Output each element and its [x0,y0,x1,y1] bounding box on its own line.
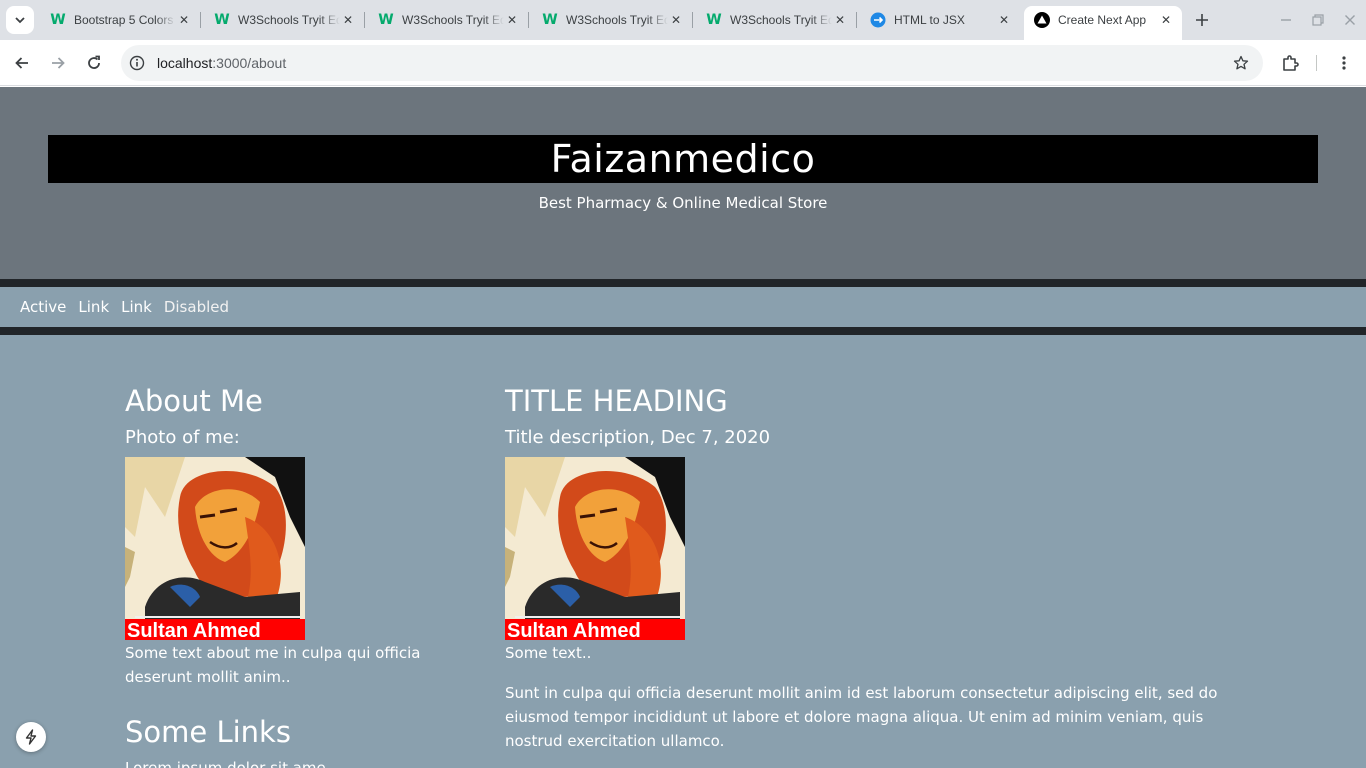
site-info-icon[interactable] [127,53,147,73]
tab-w3schools-tryit-4[interactable]: W W3Schools Tryit Editor ✕ [696,6,857,34]
browser-toolbar: localhost:3000/about [0,40,1366,86]
tab-separator [528,12,529,28]
close-icon[interactable]: ✕ [1158,12,1174,28]
w3schools-icon: W [214,12,230,28]
nextjs-icon [1034,12,1050,28]
tab-title: W3Schools Tryit Editor [402,13,504,27]
nav-link-1[interactable]: Link [78,298,109,316]
w3schools-icon: W [378,12,394,28]
reload-button[interactable] [80,49,108,77]
transform-icon [870,12,886,28]
tab-w3schools-tryit-1[interactable]: W W3Schools Tryit Editor ✕ [204,6,365,34]
close-window-button[interactable] [1338,8,1362,32]
bookmark-star-icon[interactable] [1231,53,1251,73]
nav-link-disabled: Disabled [163,298,230,316]
tab-w3schools-tryit-2[interactable]: W W3Schools Tryit Editor ✕ [368,6,529,34]
about-text: Some text about me in culpa qui officia … [125,644,421,686]
links-heading: Some Links [125,715,291,749]
w3schools-icon: W [50,12,66,28]
tab-html-to-jsx[interactable]: HTML to JSX ✕ [860,6,1020,34]
menu-button[interactable] [1330,49,1358,77]
tab-title: HTML to JSX [894,13,965,27]
tab-title: W3Schools Tryit Editor [238,13,340,27]
tab-create-next-app[interactable]: Create Next App ✕ [1024,6,1182,40]
post-column: TITLE HEADING Title description, Dec 7, … [505,383,1245,753]
photo-label: Photo of me: [125,427,240,448]
tab-title: W3Schools Tryit Editor [566,13,668,27]
minimize-button[interactable] [1274,8,1298,32]
more-vert-icon [1342,56,1346,70]
chevron-down-icon [15,17,25,24]
toolbar-divider [1316,55,1317,71]
links-text: Lorem ipsum dolor sit ame [125,759,326,768]
post-description: Title description, Dec 7, 2020 [505,427,771,448]
close-icon [1345,15,1355,25]
extensions-button[interactable] [1276,49,1304,77]
close-icon[interactable]: ✕ [832,12,848,28]
post-photo: Sultan Ahmed [505,457,685,640]
minimize-icon [1281,19,1291,21]
new-tab-button[interactable] [1190,8,1214,32]
nextjs-dev-indicator[interactable] [16,722,46,752]
nav-link-active[interactable]: Active [20,298,66,316]
about-heading: About Me [125,384,263,418]
post-paragraph: Sunt in culpa qui officia deserunt molli… [505,684,1218,750]
tab-title: Bootstrap 5 Colors [74,13,174,27]
main-nav: Active Link Link Disabled [0,287,1366,327]
reload-icon [88,55,100,69]
restore-button[interactable] [1306,8,1330,32]
close-icon[interactable]: ✕ [504,12,520,28]
tab-bootstrap-colors[interactable]: W Bootstrap 5 Colors ✕ [40,6,201,34]
close-icon[interactable]: ✕ [176,12,192,28]
plus-icon [1196,14,1208,26]
url-path: :3000/about [212,55,287,71]
arrow-right-icon [52,57,65,69]
forward-button[interactable] [44,49,72,77]
post-title: TITLE HEADING [505,384,728,418]
url-text: localhost:3000/about [157,55,286,71]
close-icon[interactable]: ✕ [996,12,1012,28]
tab-separator [692,12,693,28]
url-host: localhost [157,55,213,71]
profile-photo: Sultan Ahmed [125,457,305,640]
tab-title: Create Next App [1058,13,1147,27]
photo-caption: Sultan Ahmed [127,620,261,640]
hero-header: Faizanmedico Best Pharmacy & Online Medi… [0,87,1366,279]
site-title: Faizanmedico [550,137,816,181]
puzzle-icon [1283,55,1299,71]
nav-top-border [0,279,1366,287]
page-content: Faizanmedico Best Pharmacy & Online Medi… [0,87,1366,768]
site-subtitle: Best Pharmacy & Online Medical Store [538,194,828,212]
tab-separator [364,12,365,28]
site-title-bar: Faizanmedico [48,135,1318,183]
close-icon[interactable]: ✕ [668,12,684,28]
tab-title: W3Schools Tryit Editor [730,13,832,27]
close-icon[interactable]: ✕ [340,12,356,28]
w3schools-icon: W [542,12,558,28]
w3schools-icon: W [706,12,722,28]
back-button[interactable] [8,49,36,77]
tab-separator [200,12,201,28]
nav-link-2[interactable]: Link [121,298,152,316]
about-column: About Me Photo of me: Sultan Ahmed Some … [125,383,485,768]
address-bar[interactable]: localhost:3000/about [121,45,1263,81]
arrow-left-icon [15,57,28,69]
lightning-icon [25,729,37,745]
nav-bottom-border [0,327,1366,335]
tab-separator [856,12,857,28]
tab-w3schools-tryit-3[interactable]: W W3Schools Tryit Editor ✕ [532,6,693,34]
photo-caption: Sultan Ahmed [507,620,641,640]
post-short-text: Some text.. [505,644,592,662]
tab-search-button[interactable] [6,6,34,34]
tab-strip: W Bootstrap 5 Colors ✕ W W3Schools Tryit… [0,0,1366,40]
restore-icon [1312,14,1324,26]
